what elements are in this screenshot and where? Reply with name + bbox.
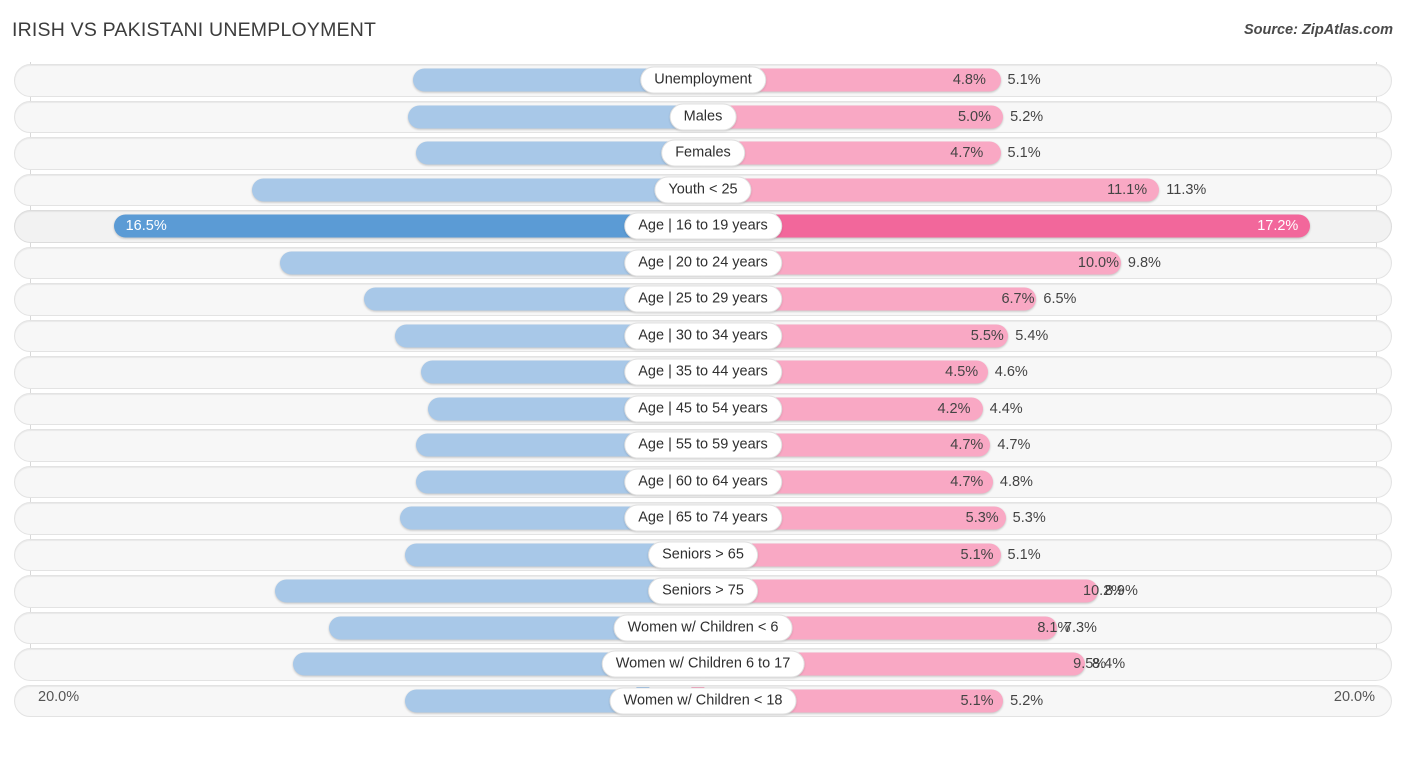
chart-root: IRISH VS PAKISTANI UNEMPLOYMENT Source: … [0,0,1406,757]
value-label-pakistani: 5.4% [1015,327,1049,344]
table-row[interactable]: 10.2% 8.9% Seniors > 75 [0,573,1406,610]
value-label-pakistani: 7.3% [1063,619,1097,636]
bar-pakistani[interactable] [703,178,1160,202]
source-attribution: Source: ZipAtlas.com [1243,22,1393,38]
bar-irish[interactable] [274,579,703,603]
bar-irish[interactable] [113,214,703,238]
axis-label-right: 20.0% [1333,689,1375,705]
value-label-irish: 4.2% [937,400,971,417]
category-label-pill[interactable]: Unemployment [640,66,766,94]
value-label-irish: 4.7% [950,145,984,162]
bar-row-list: 4.8% 5.1% Unemployment 5.0% 5.2% Males 4.7% 5.1… [0,62,1406,719]
table-row[interactable]: 4.7% 4.7% Age | 55 to 59 years [0,427,1406,464]
plot-area: 4.8% 5.1% Unemployment 5.0% 5.2% Males 4.7% 5.1… [0,62,1406,719]
value-label-irish: 4.8% [952,72,986,89]
value-label-pakistani: 4.6% [994,364,1028,381]
table-row[interactable]: 5.3% 5.3% Age | 65 to 74 years [0,500,1406,537]
category-label-pill[interactable]: Age | 45 to 54 years [624,395,782,423]
category-label-pill[interactable]: Age | 20 to 24 years [624,249,782,277]
category-label-pill[interactable]: Seniors > 75 [648,577,758,605]
bar-irish[interactable] [408,105,703,129]
bar-irish[interactable] [251,178,703,202]
value-label-irish: 6.7% [1001,291,1035,308]
value-label-pakistani: 4.7% [997,437,1031,454]
table-row[interactable]: 6.7% 6.5% Age | 25 to 29 years [0,281,1406,318]
category-label-pill[interactable]: Youth < 25 [654,176,752,204]
value-label-pakistani: 5.3% [1012,510,1046,527]
category-label-pill[interactable]: Women w/ Children < 18 [609,687,797,715]
value-label-pakistani: 5.1% [1007,72,1041,89]
value-label-pakistani: 5.1% [1007,546,1041,563]
value-label-pakistani: 8.9% [1104,583,1138,600]
value-label-pakistani: 4.4% [989,400,1023,417]
category-label-pill[interactable]: Women w/ Children 6 to 17 [601,650,805,678]
category-label-pill[interactable]: Females [661,139,745,167]
value-label-irish: 4.5% [945,364,979,381]
table-row[interactable]: 4.5% 4.6% Age | 35 to 44 years [0,354,1406,391]
value-label-irish: 11.1% [1107,181,1148,198]
value-label-pakistani: 8.4% [1092,656,1126,673]
table-row[interactable]: 4.8% 5.1% Unemployment [0,62,1406,99]
value-label-pakistani: 4.8% [999,473,1033,490]
table-row[interactable]: 5.5% 5.4% Age | 30 to 34 years [0,318,1406,355]
page-title: IRISH VS PAKISTANI UNEMPLOYMENT [12,19,377,41]
category-label-pill[interactable]: Age | 30 to 34 years [624,322,782,350]
bar-irish[interactable] [415,141,703,165]
table-row[interactable]: 4.7% 5.1% Females [0,135,1406,172]
value-label-irish: 5.0% [957,108,991,125]
value-label-irish: 4.7% [950,473,984,490]
value-label-pakistani: 5.2% [1010,108,1044,125]
category-label-pill[interactable]: Age | 16 to 19 years [624,212,782,240]
table-row[interactable]: 4.2% 4.4% Age | 45 to 54 years [0,391,1406,428]
category-label-pill[interactable]: Seniors > 65 [648,541,758,569]
value-label-pakistani: 5.1% [1007,145,1041,162]
value-label-pakistani: 11.3% [1166,181,1207,198]
value-label-irish: 4.7% [950,437,984,454]
category-label-pill[interactable]: Age | 65 to 74 years [624,504,782,532]
value-label-irish: 10.0% [1077,254,1119,271]
category-label-pill[interactable]: Age | 35 to 44 years [624,358,782,386]
table-row[interactable]: 10.0% 9.8% Age | 20 to 24 years [0,245,1406,282]
category-label-pill[interactable]: Age | 60 to 64 years [624,468,782,496]
value-label-pakistani: 6.5% [1043,291,1077,308]
value-label-irish: 5.1% [960,546,994,563]
category-label-pill[interactable]: Women w/ Children < 6 [613,614,793,642]
table-row[interactable]: 5.1% 5.1% Seniors > 65 [0,537,1406,574]
category-label-pill[interactable]: Males [669,103,737,131]
value-label-irish: 16.5% [125,218,167,235]
axis-label-left: 20.0% [38,689,80,705]
bar-pakistani[interactable] [703,214,1311,238]
bar-pakistani[interactable] [703,579,1098,603]
table-row[interactable]: 4.7% 4.8% Age | 60 to 64 years [0,464,1406,501]
category-label-pill[interactable]: Age | 25 to 29 years [624,285,782,313]
value-label-irish: 5.5% [970,327,1004,344]
table-row[interactable]: 16.5% 17.2% Age | 16 to 19 years [0,208,1406,245]
value-label-irish: 5.3% [965,510,999,527]
value-label-pakistani: 9.8% [1127,254,1161,271]
value-label-pakistani: 17.2% [1257,218,1299,235]
category-label-pill[interactable]: Age | 55 to 59 years [624,431,782,459]
table-row[interactable]: 5.0% 5.2% Males [0,99,1406,136]
table-row[interactable]: 11.1% 11.3% Youth < 25 [0,172,1406,209]
table-row[interactable]: 8.1% 7.3% Women w/ Children < 6 [0,610,1406,647]
